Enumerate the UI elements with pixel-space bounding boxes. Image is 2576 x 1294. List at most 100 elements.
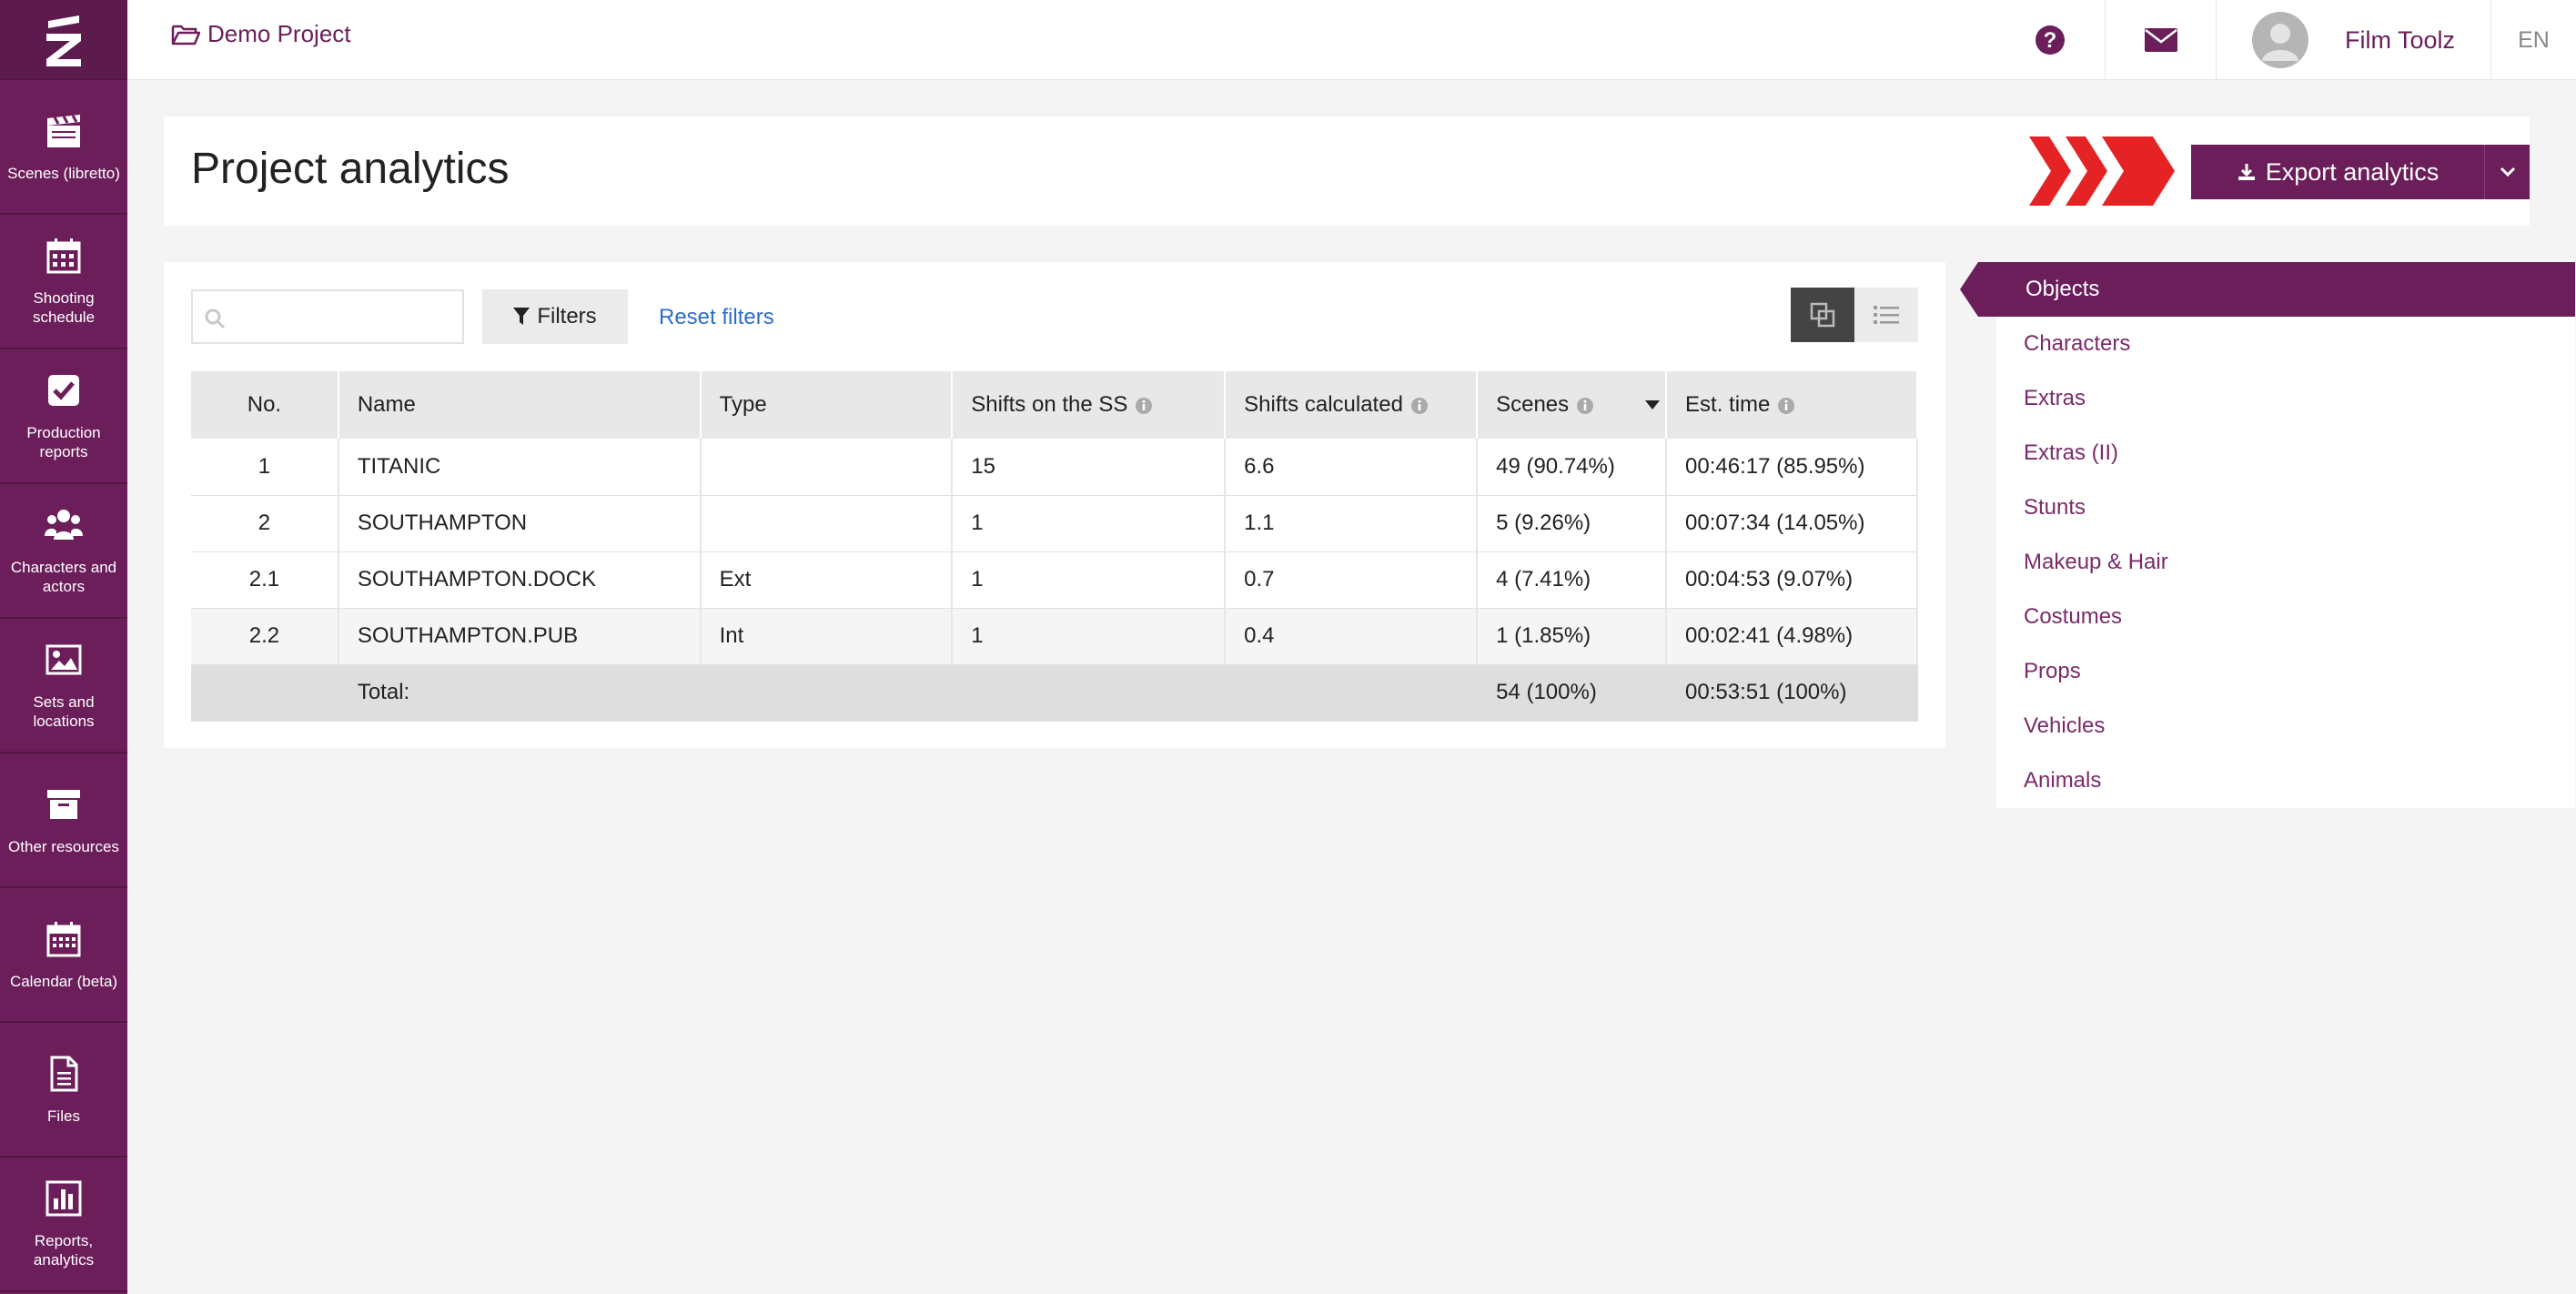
sidebar-item-label: Other resources (8, 837, 119, 855)
column-header-shifts-ss[interactable]: Shifts on the SS (952, 371, 1227, 439)
grouped-view-button[interactable] (1791, 288, 1854, 342)
cell-empty (1225, 664, 1479, 722)
clapperboard-icon (47, 114, 80, 147)
app-logo[interactable] (0, 0, 127, 80)
sidebar-item-label: Characters and actors (10, 559, 117, 595)
z-logo-icon (46, 15, 81, 66)
search-icon (205, 308, 226, 329)
cell-est-time: 00:04:53 (9.07%) (1666, 551, 1918, 609)
cell-empty (700, 664, 954, 722)
cell-name: TITANIC (338, 439, 702, 496)
messages-button[interactable] (2105, 0, 2216, 80)
table-row[interactable]: 1 TITANIC 15 6.6 49 (90.74%) 00:46:17 (8… (191, 439, 1918, 496)
sidebar-item-production-reports[interactable]: Production reports (0, 349, 127, 484)
archive-icon (47, 789, 80, 819)
column-header-no[interactable]: No. (191, 371, 339, 439)
page-title: Project analytics (191, 145, 510, 193)
table-row[interactable]: 2.2 SOUTHAMPTON.PUB Int 1 0.4 1 (1.85%) … (191, 608, 1918, 665)
sidebar-item-other-resources[interactable]: Other resources (0, 753, 127, 888)
cell-shifts-calculated: 1.1 (1225, 495, 1479, 552)
analytics-table: No. Name Type Shifts on the SS Shifts ca… (191, 371, 1918, 722)
menu-item-costumes[interactable]: Costumes (2024, 590, 2168, 644)
list-view-button[interactable] (1854, 288, 1918, 342)
avatar-icon (2251, 12, 2308, 68)
title-panel: Project analytics Export analytics (164, 116, 2530, 226)
sidebar-item-sets-locations[interactable]: Sets and locations (0, 619, 127, 753)
table-row[interactable]: 2.1 SOUTHAMPTON.DOCK Ext 1 0.7 4 (7.41%)… (191, 551, 1918, 609)
cell-est-time: 00:46:17 (85.95%) (1666, 439, 1918, 496)
sidebar-item-label: Sets and locations (33, 693, 95, 730)
info-icon[interactable] (1135, 397, 1153, 415)
menu-item-objects[interactable]: Objects (1960, 262, 2575, 317)
cell-scenes: 1 (1.85%) (1477, 608, 1668, 665)
language-switcher[interactable]: EN (2490, 0, 2576, 80)
checkbox-icon (48, 375, 79, 406)
total-scenes: 54 (100%) (1477, 664, 1668, 722)
user-name: Film Toolz (2344, 25, 2456, 54)
menu-item-makeup-hair[interactable]: Makeup & Hair (2024, 535, 2168, 590)
reset-filters-link[interactable]: Reset filters (659, 305, 774, 330)
column-header-type[interactable]: Type (700, 371, 954, 439)
search-box[interactable] (191, 289, 464, 344)
column-header-shifts-calculated[interactable]: Shifts calculated (1225, 371, 1479, 439)
sidebar-item-characters[interactable]: Characters and actors (0, 484, 127, 619)
total-label: Total: (338, 664, 702, 722)
sidebar-item-calendar[interactable]: Calendar (beta) (0, 888, 127, 1023)
export-analytics-button[interactable]: Export analytics (2191, 145, 2484, 199)
cell-no: 2.2 (191, 608, 339, 665)
cell-no: 1 (191, 439, 339, 496)
menu-item-props[interactable]: Props (2024, 644, 2168, 699)
cell-type: Ext (700, 551, 954, 609)
sidebar-item-label: Reports, analytics (33, 1232, 95, 1269)
cell-shifts-calculated: 0.7 (1225, 551, 1479, 609)
table-row[interactable]: 2 SOUTHAMPTON 1 1.1 5 (9.26%) 00:07:34 (… (191, 495, 1918, 552)
menu-item-characters[interactable]: Characters (2024, 317, 2168, 371)
export-dropdown-button[interactable] (2484, 145, 2530, 199)
sidebar-item-label: Scenes (libretto) (7, 164, 120, 182)
cell-scenes: 4 (7.41%) (1477, 551, 1668, 609)
category-menu: Objects Characters Extras Extras (II) St… (1960, 262, 2575, 808)
menu-item-extras-ii[interactable]: Extras (II) (2024, 426, 2168, 480)
user-menu[interactable]: Film Toolz (2216, 0, 2490, 80)
cell-scenes: 5 (9.26%) (1477, 495, 1668, 552)
users-icon (45, 510, 83, 540)
column-header-scenes[interactable]: Scenes (1477, 371, 1668, 439)
menu-item-stunts[interactable]: Stunts (2024, 480, 2168, 535)
column-header-est-time[interactable]: Est. time (1666, 371, 1918, 439)
cell-shifts-calculated: 0.4 (1225, 608, 1479, 665)
chevron-down-icon (2500, 167, 2515, 177)
list-icon (1874, 306, 1899, 324)
menu-item-extras[interactable]: Extras (2024, 371, 2168, 426)
project-selector[interactable]: Demo Project (171, 20, 351, 48)
image-icon (45, 644, 82, 675)
cell-est-time: 00:02:41 (4.98%) (1666, 608, 1918, 665)
sidebar-item-files[interactable]: Files (0, 1023, 127, 1158)
column-header-name[interactable]: Name (338, 371, 702, 439)
menu-item-vehicles[interactable]: Vehicles (2024, 699, 2168, 753)
cell-no: 2.1 (191, 551, 339, 609)
sidebar: Scenes (libretto) Shooting schedule Prod… (0, 0, 127, 1294)
sidebar-item-label: Production reports (26, 424, 101, 460)
envelope-icon (2144, 28, 2177, 52)
folder-open-icon (171, 25, 200, 45)
sidebar-item-shooting-schedule[interactable]: Shooting schedule (0, 215, 127, 349)
menu-item-animals[interactable]: Animals (2024, 753, 2168, 808)
top-bar-actions: ? Film Toolz EN (1995, 0, 2576, 80)
chevrons-logo-icon (2029, 136, 2175, 206)
help-button[interactable]: ? (1995, 0, 2105, 80)
sidebar-item-scenes[interactable]: Scenes (libretto) (0, 80, 127, 215)
cell-type (700, 495, 954, 552)
info-icon[interactable] (1777, 397, 1795, 415)
filters-button[interactable]: Filters (482, 289, 628, 344)
bar-chart-icon (45, 1180, 82, 1217)
cell-name: SOUTHAMPTON.PUB (338, 608, 702, 665)
question-circle-icon: ? (2036, 25, 2065, 55)
file-icon (50, 1056, 78, 1091)
cell-name: SOUTHAMPTON (338, 495, 702, 552)
sidebar-item-reports-analytics[interactable]: Reports, analytics (0, 1158, 127, 1292)
cell-shifts-ss: 1 (952, 608, 1227, 665)
info-icon[interactable] (1410, 397, 1429, 415)
info-icon[interactable] (1576, 397, 1594, 415)
cell-shifts-ss: 15 (952, 439, 1227, 496)
cell-empty (191, 664, 339, 722)
